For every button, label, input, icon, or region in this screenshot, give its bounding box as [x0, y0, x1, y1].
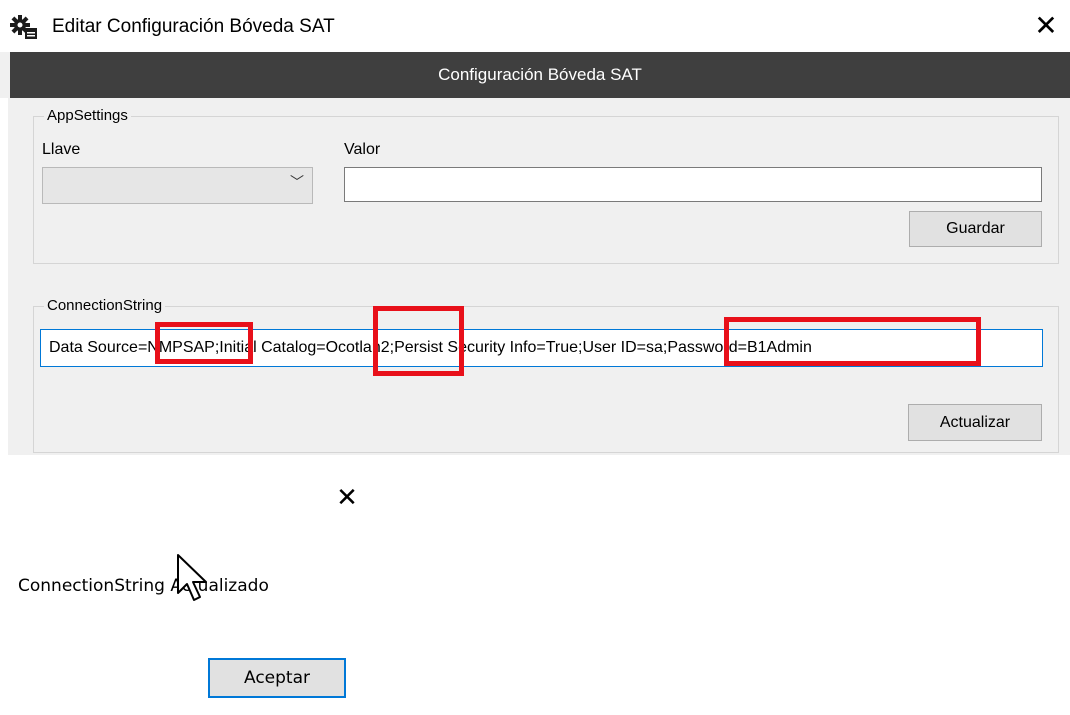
accept-button[interactable]: Aceptar [208, 658, 346, 698]
value-input[interactable] [344, 167, 1042, 202]
header-bar: Configuración Bóveda SAT [10, 52, 1070, 98]
edit-config-window: Editar Configuración Bóveda SAT ✕ Config… [0, 0, 1070, 455]
header-title: Configuración Bóveda SAT [438, 65, 642, 84]
close-icon[interactable]: ✕ [332, 483, 362, 513]
highlight-data-source [155, 322, 253, 364]
close-icon[interactable]: ✕ [1030, 10, 1062, 42]
mouse-cursor-icon [177, 554, 207, 601]
highlight-credentials [724, 317, 981, 366]
window-title: Editar Configuración Bóveda SAT [52, 16, 335, 37]
dialog-message: ConnectionString Actualizado [18, 576, 269, 596]
value-label: Valor [344, 141, 381, 158]
chevron-down-icon: ﹀ [290, 175, 304, 191]
window-edge [0, 98, 8, 455]
update-button[interactable]: Actualizar [908, 404, 1042, 441]
key-label: Llave [42, 141, 81, 158]
gear-icon [10, 15, 37, 39]
key-dropdown[interactable]: ﹀ [42, 167, 313, 204]
highlight-initial-catalog [373, 306, 464, 376]
appsettings-legend: AppSettings [44, 107, 131, 124]
title-bar: Editar Configuración Bóveda SAT ✕ [0, 0, 1070, 52]
connectionstring-legend: ConnectionString [44, 297, 166, 314]
save-button[interactable]: Guardar [909, 211, 1042, 247]
